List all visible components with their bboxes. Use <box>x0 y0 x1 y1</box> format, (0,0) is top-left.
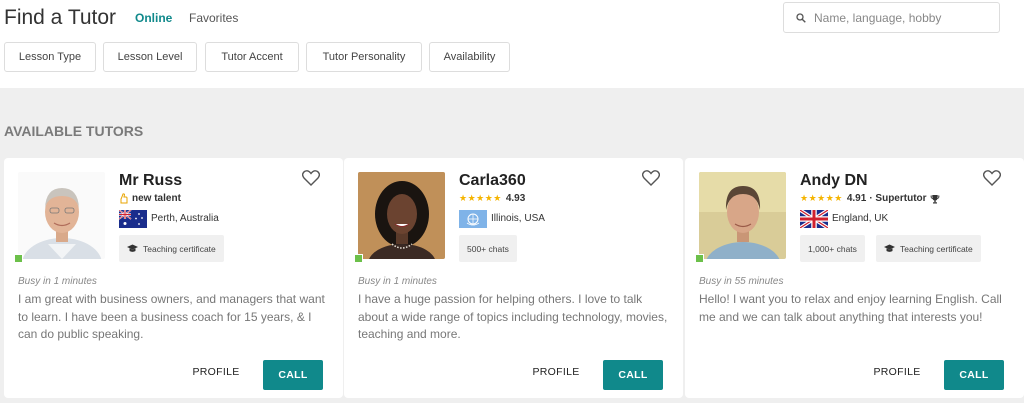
star-rating-icon: ★★★★★ <box>459 193 502 203</box>
tutor-card[interactable]: Andy DN ★★★★★ 4.91 · Supertutor England,… <box>685 158 1024 398</box>
section-title: AVAILABLE TUTORS <box>4 123 144 139</box>
tutor-location: England, UK <box>832 213 889 224</box>
badge-chats: 1,000+ chats <box>800 235 865 262</box>
profile-button[interactable]: PROFILE <box>524 362 588 382</box>
un-flag-icon <box>459 210 487 228</box>
tutor-description: I have a huge passion for helping others… <box>358 292 668 341</box>
new-talent-icon <box>120 193 128 204</box>
tutor-avatar[interactable] <box>18 172 105 259</box>
tutor-list-area: AVAILABLE TUTORS Mr Russ new talent Pert… <box>0 88 1024 403</box>
heart-icon[interactable] <box>642 170 660 186</box>
badge-teaching-certificate: Teaching certificate <box>876 235 981 262</box>
badge-label: 500+ chats <box>467 243 509 254</box>
busy-status: Busy in 1 minutes <box>18 276 97 287</box>
tutor-status: new talent <box>119 193 181 204</box>
heart-icon[interactable] <box>983 170 1001 186</box>
filter-lesson-level[interactable]: Lesson Level <box>103 42 197 72</box>
tutor-card[interactable]: Carla360 ★★★★★ 4.93 Illinois, USA 500+ c… <box>344 158 683 398</box>
uk-flag-icon <box>800 210 828 228</box>
badge-label: Teaching certificate <box>143 243 216 254</box>
page-title: Find a Tutor <box>4 6 117 29</box>
online-indicator <box>695 254 704 263</box>
tutor-name[interactable]: Mr Russ <box>119 172 182 190</box>
top-bar: Find a Tutor Online Favorites Lesson Typ… <box>0 0 1024 88</box>
graduation-cap-icon <box>884 244 895 252</box>
badge-label: 1,000+ chats <box>808 243 857 254</box>
filter-tutor-personality[interactable]: Tutor Personality <box>306 42 422 72</box>
rating-value: 4.91 <box>846 193 867 204</box>
profile-button[interactable]: PROFILE <box>865 362 929 382</box>
busy-status: Busy in 1 minutes <box>358 276 437 287</box>
badge-teaching-certificate: Teaching certificate <box>119 235 224 262</box>
busy-status: Busy in 55 minutes <box>699 276 784 287</box>
call-button[interactable]: CALL <box>944 360 1004 390</box>
filter-lesson-type[interactable]: Lesson Type <box>4 42 96 72</box>
filter-tutor-accent[interactable]: Tutor Accent <box>205 42 299 72</box>
call-button[interactable]: CALL <box>263 360 323 390</box>
supertutor-label: · Supertutor <box>869 193 927 204</box>
tab-online[interactable]: Online <box>135 11 172 25</box>
call-button[interactable]: CALL <box>603 360 663 390</box>
status-text: new talent <box>132 193 181 204</box>
rating-value: 4.93 <box>505 193 526 204</box>
badge-chats: 500+ chats <box>459 235 517 262</box>
online-indicator <box>14 254 23 263</box>
search-icon <box>796 13 806 23</box>
tab-favorites[interactable]: Favorites <box>189 11 238 25</box>
profile-button[interactable]: PROFILE <box>184 362 248 382</box>
tutor-avatar[interactable] <box>358 172 445 259</box>
star-rating-icon: ★★★★★ <box>800 193 843 203</box>
tutor-avatar[interactable] <box>699 172 786 259</box>
badge-label: Teaching certificate <box>900 243 973 254</box>
filter-availability[interactable]: Availability <box>429 42 510 72</box>
heart-icon[interactable] <box>302 170 320 186</box>
tutor-description: Hello! I want you to relax and enjoy lea… <box>699 292 1002 324</box>
tutor-name[interactable]: Andy DN <box>800 172 868 190</box>
tutor-location: Illinois, USA <box>491 213 545 224</box>
tutor-name[interactable]: Carla360 <box>459 172 526 190</box>
search-box[interactable] <box>783 2 1000 33</box>
tutor-rating: ★★★★★ 4.93 <box>459 193 525 204</box>
tutor-location: Perth, Australia <box>151 213 219 224</box>
graduation-cap-icon <box>127 244 138 252</box>
tutor-description: I am great with business owners, and man… <box>18 292 325 341</box>
australia-flag-icon <box>119 210 147 228</box>
trophy-icon <box>930 194 939 203</box>
online-indicator <box>354 254 363 263</box>
tutor-card[interactable]: Mr Russ new talent Perth, Australia Teac… <box>4 158 343 398</box>
search-input[interactable] <box>814 9 994 27</box>
tutor-rating: ★★★★★ 4.91 · Supertutor <box>800 193 940 204</box>
